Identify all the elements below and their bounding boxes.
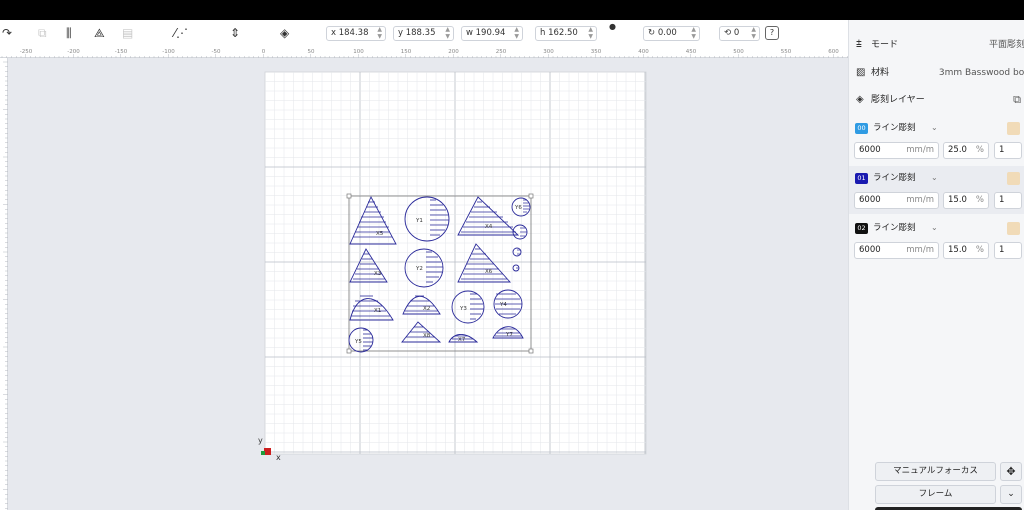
power-unit: % <box>975 245 984 255</box>
axis-x-label: x <box>276 453 281 462</box>
shape-label: Y7 <box>505 332 513 338</box>
power-value: 25.0 <box>948 145 967 155</box>
layer-name: ライン彫刻 <box>873 123 916 133</box>
layer-name: ライン彫刻 <box>873 173 916 183</box>
ruler-tick-label: -150 <box>115 49 128 55</box>
mode-icon: ⩲ <box>856 39 862 50</box>
shape-label: X6 <box>485 269 493 275</box>
ruler-tick-label: 100 <box>353 49 364 55</box>
mode-value[interactable]: 平面彫刻 <box>989 32 1024 58</box>
ruler-tick-label: 50 <box>308 49 315 55</box>
chevron-down-icon[interactable]: ⌄ <box>931 221 938 235</box>
ruler-tick-label: 400 <box>638 49 649 55</box>
mode-row[interactable]: ⩲ モード 平面彫刻 <box>849 32 1024 58</box>
speed-input[interactable]: 6000 mm/m <box>854 242 939 259</box>
shape-label: X3 <box>374 271 382 277</box>
ruler-tick-label: 300 <box>543 49 554 55</box>
shape-label: Y5 <box>354 339 362 345</box>
mode-label: モード <box>871 40 899 50</box>
layer-id-badge: 00 <box>855 123 868 134</box>
origin-marker <box>264 448 271 455</box>
passes-input[interactable]: 1 <box>994 242 1022 259</box>
shape-label: X5 <box>376 231 384 237</box>
layer-color-swatch[interactable] <box>1007 222 1020 235</box>
shape-label: X8 <box>423 333 431 339</box>
shape-label: X4 <box>485 224 493 230</box>
layer-02[interactable]: 02 ライン彫刻 ⌄ 6000 mm/m 15.0 % 1 <box>849 216 1024 264</box>
speed-value: 6000 <box>859 195 881 205</box>
material-row[interactable]: ▨ 材料 3mm Basswood board <box>849 60 1024 86</box>
right-panel: ⩲ モード 平面彫刻 ▨ 材料 3mm Basswood board ◈ 彫刻レ… <box>848 20 1024 510</box>
speed-unit: mm/m <box>906 195 934 205</box>
ruler-tick-label: 500 <box>733 49 744 55</box>
ruler-tick-label: 0 <box>262 49 266 55</box>
shape-label: Y4 <box>499 302 507 308</box>
shape-label: Y6 <box>514 205 522 211</box>
ruler-tick-label: 450 <box>686 49 697 55</box>
speed-unit: mm/m <box>906 145 934 155</box>
power-value: 15.0 <box>948 245 967 255</box>
power-unit: % <box>975 145 984 155</box>
power-value: 15.0 <box>948 195 967 205</box>
passes-value: 1 <box>999 145 1005 155</box>
chevron-down-icon[interactable]: ⌄ <box>931 121 938 135</box>
resize-handle-bottom-right[interactable] <box>528 348 534 354</box>
layer-name: ライン彫刻 <box>873 223 916 233</box>
layer-01[interactable]: 01 ライン彫刻 ⌄ 6000 mm/m 15.0 % 1 <box>849 166 1024 214</box>
ruler-tick-label: 350 <box>591 49 602 55</box>
shape-label: X7 <box>458 337 466 343</box>
passes-value: 1 <box>999 195 1005 205</box>
speed-value: 6000 <box>859 145 881 155</box>
shape-label: X2 <box>423 306 430 312</box>
material-label: 材料 <box>871 68 890 78</box>
work-canvas[interactable]: -250 -200 -150 -100 -50 0 50 100 150 200 250 300 350… <box>0 0 848 510</box>
ruler-tick-label: 250 <box>496 49 507 55</box>
axis-y-label: y <box>258 436 263 445</box>
ruler-tick-label: 550 <box>781 49 792 55</box>
layer-00[interactable]: 00 ライン彫刻 ⌄ 6000 mm/m 25.0 % 1 <box>849 116 1024 164</box>
passes-value: 1 <box>999 245 1005 255</box>
speed-value: 6000 <box>859 245 881 255</box>
passes-input[interactable]: 1 <box>994 142 1022 159</box>
frame-button[interactable]: フレーム <box>875 485 996 504</box>
shape-label: Y1 <box>415 218 423 224</box>
power-input[interactable]: 15.0 % <box>943 192 989 209</box>
power-input[interactable]: 15.0 % <box>943 242 989 259</box>
manual-focus-button[interactable]: マニュアルフォーカス <box>875 462 996 481</box>
layer-id-badge: 02 <box>855 223 868 234</box>
chevron-down-icon[interactable]: ⌄ <box>931 171 938 185</box>
ruler-tick-label: 150 <box>401 49 412 55</box>
power-input[interactable]: 25.0 % <box>943 142 989 159</box>
resize-handle-top-left[interactable] <box>346 193 352 199</box>
speed-input[interactable]: 6000 mm/m <box>854 192 939 209</box>
ruler-tick-label: -100 <box>162 49 175 55</box>
origin-marker-green <box>261 451 265 455</box>
add-layer-icon[interactable]: ⧉ <box>1013 87 1021 113</box>
frame-options-chevron-icon[interactable]: ⌄ <box>1000 485 1022 504</box>
material-value[interactable]: 3mm Basswood board <box>939 60 1024 86</box>
ruler-tick-label: -250 <box>20 49 33 55</box>
ruler-tick-label: 200 <box>448 49 459 55</box>
power-unit: % <box>975 195 984 205</box>
layer-color-swatch[interactable] <box>1007 122 1020 135</box>
passes-input[interactable]: 1 <box>994 192 1022 209</box>
resize-handle-top-right[interactable] <box>528 193 534 199</box>
ruler-tick-label: 600 <box>828 49 839 55</box>
speed-unit: mm/m <box>906 245 934 255</box>
layers-label: 彫刻レイヤー <box>871 95 925 105</box>
move-icon[interactable]: ✥ <box>1000 462 1022 481</box>
ruler-tick-label: -50 <box>212 49 221 55</box>
speed-input[interactable]: 6000 mm/m <box>854 142 939 159</box>
shape-label: Y3 <box>459 306 467 312</box>
layers-header: ◈ 彫刻レイヤー ⧉ <box>849 87 1024 113</box>
shape-y4[interactable] <box>493 289 523 319</box>
layer-color-swatch[interactable] <box>1007 172 1020 185</box>
shape-label: X1 <box>374 308 381 314</box>
shape-label: Y2 <box>415 266 423 272</box>
material-icon: ▨ <box>856 67 866 78</box>
ruler-tick-label: -200 <box>67 49 80 55</box>
layer-id-badge: 01 <box>855 173 868 184</box>
layers-stack-icon: ◈ <box>856 94 864 105</box>
resize-handle-bottom-left[interactable] <box>346 348 352 354</box>
